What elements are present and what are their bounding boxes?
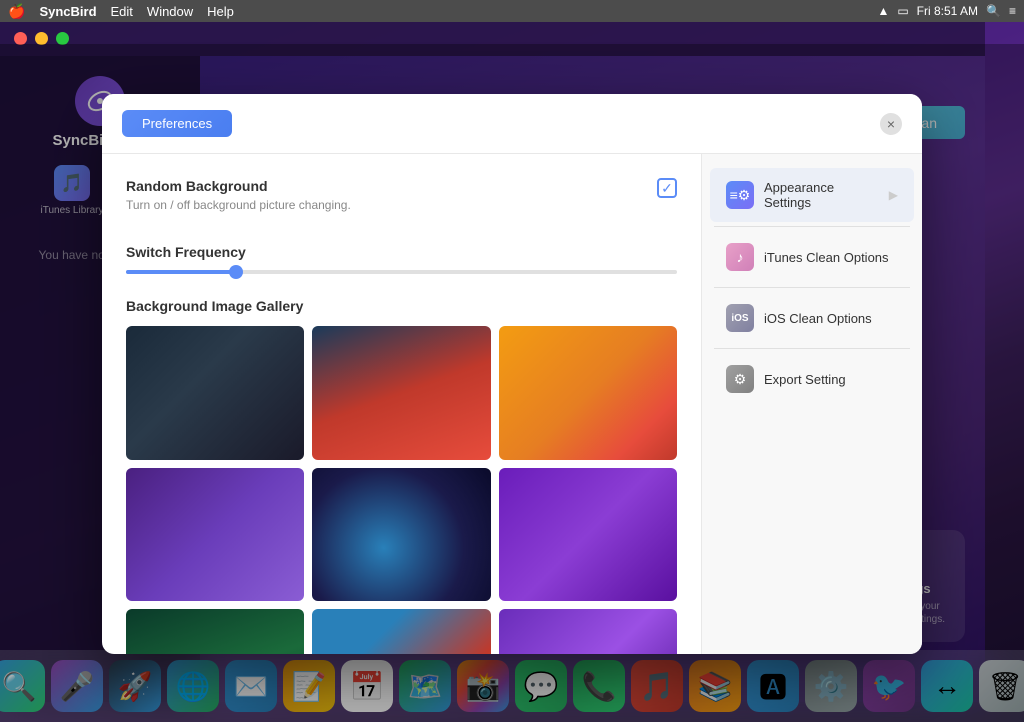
menubar: 🍎 SyncBird Edit Window Help ▲ ▭ Fri 8:51… bbox=[0, 0, 1024, 22]
gallery-item-5[interactable] bbox=[312, 468, 490, 602]
menubar-left: 🍎 SyncBird Edit Window Help bbox=[8, 3, 234, 20]
display-icon[interactable]: ▭ bbox=[897, 4, 908, 18]
switch-freq-label: Switch Frequency bbox=[126, 244, 677, 260]
random-bg-text: Random Background Turn on / off backgrou… bbox=[126, 178, 351, 220]
appearance-icon: ≡⚙ bbox=[726, 181, 754, 209]
app-background: SyncBird Pro 🎵 iTunes Library 📱 Device Y… bbox=[0, 22, 1024, 722]
preferences-button[interactable]: Preferences bbox=[122, 110, 232, 137]
modal-header: Preferences × bbox=[102, 94, 922, 154]
nav-divider-1 bbox=[714, 226, 910, 227]
gallery-section: Background Image Gallery bbox=[126, 298, 677, 654]
gallery-item-1[interactable] bbox=[126, 326, 304, 460]
preferences-modal: Preferences × Random Background Turn on … bbox=[102, 94, 922, 654]
settings-content: Random Background Turn on / off backgrou… bbox=[102, 154, 702, 654]
gallery-item-6[interactable] bbox=[499, 468, 677, 602]
nav-divider-2 bbox=[714, 287, 910, 288]
random-bg-title: Random Background bbox=[126, 178, 351, 194]
gallery-grid bbox=[126, 326, 677, 654]
gallery-item-3[interactable] bbox=[499, 326, 677, 460]
menubar-app-name[interactable]: SyncBird bbox=[39, 4, 96, 19]
slider-fill bbox=[126, 270, 236, 274]
search-icon[interactable]: 🔍 bbox=[986, 4, 1001, 18]
slider-thumb[interactable] bbox=[229, 265, 243, 279]
export-label: Export Setting bbox=[764, 372, 846, 387]
menubar-right: ▲ ▭ Fri 8:51 AM 🔍 ≡ bbox=[877, 4, 1016, 18]
appearance-label: Appearance Settings bbox=[764, 180, 879, 210]
modal-close-button[interactable]: × bbox=[880, 113, 902, 135]
gallery-item-9[interactable] bbox=[499, 609, 677, 654]
slider-track bbox=[126, 270, 677, 274]
nav-item-export[interactable]: ⚙ Export Setting bbox=[710, 353, 914, 405]
settings-nav: ≡⚙ Appearance Settings ▶ ♪ iTunes Clean … bbox=[702, 154, 922, 654]
switch-freq-slider-container bbox=[126, 270, 677, 274]
nav-item-appearance[interactable]: ≡⚙ Appearance Settings ▶ bbox=[710, 168, 914, 222]
export-icon: ⚙ bbox=[726, 365, 754, 393]
random-bg-row: Random Background Turn on / off backgrou… bbox=[126, 178, 677, 220]
switch-freq-section: Switch Frequency bbox=[126, 244, 677, 274]
gallery-item-7[interactable] bbox=[126, 609, 304, 654]
gallery-item-8[interactable] bbox=[312, 609, 490, 654]
nav-item-ios[interactable]: iOS iOS Clean Options bbox=[710, 292, 914, 344]
apple-menu[interactable]: 🍎 bbox=[8, 3, 25, 20]
modal-overlay: Preferences × Random Background Turn on … bbox=[0, 44, 1024, 722]
list-icon[interactable]: ≡ bbox=[1009, 4, 1016, 18]
menubar-edit[interactable]: Edit bbox=[111, 4, 133, 19]
appearance-arrow: ▶ bbox=[889, 188, 898, 202]
gallery-item-2[interactable] bbox=[312, 326, 490, 460]
itunes-clean-label: iTunes Clean Options bbox=[764, 250, 889, 265]
clock: Fri 8:51 AM bbox=[917, 4, 978, 18]
random-bg-section: Random Background Turn on / off backgrou… bbox=[126, 178, 677, 220]
nav-divider-3 bbox=[714, 348, 910, 349]
menubar-help[interactable]: Help bbox=[207, 4, 234, 19]
wifi-icon[interactable]: ▲ bbox=[877, 4, 889, 18]
random-bg-checkbox[interactable]: ✓ bbox=[657, 178, 677, 198]
nav-item-itunes[interactable]: ♪ iTunes Clean Options bbox=[710, 231, 914, 283]
gallery-item-4[interactable] bbox=[126, 468, 304, 602]
ios-clean-icon: iOS bbox=[726, 304, 754, 332]
itunes-clean-icon: ♪ bbox=[726, 243, 754, 271]
menubar-window[interactable]: Window bbox=[147, 4, 193, 19]
random-bg-desc: Turn on / off background picture changin… bbox=[126, 198, 351, 212]
ios-clean-label: iOS Clean Options bbox=[764, 311, 872, 326]
gallery-title: Background Image Gallery bbox=[126, 298, 677, 314]
modal-body: Random Background Turn on / off backgrou… bbox=[102, 154, 922, 654]
